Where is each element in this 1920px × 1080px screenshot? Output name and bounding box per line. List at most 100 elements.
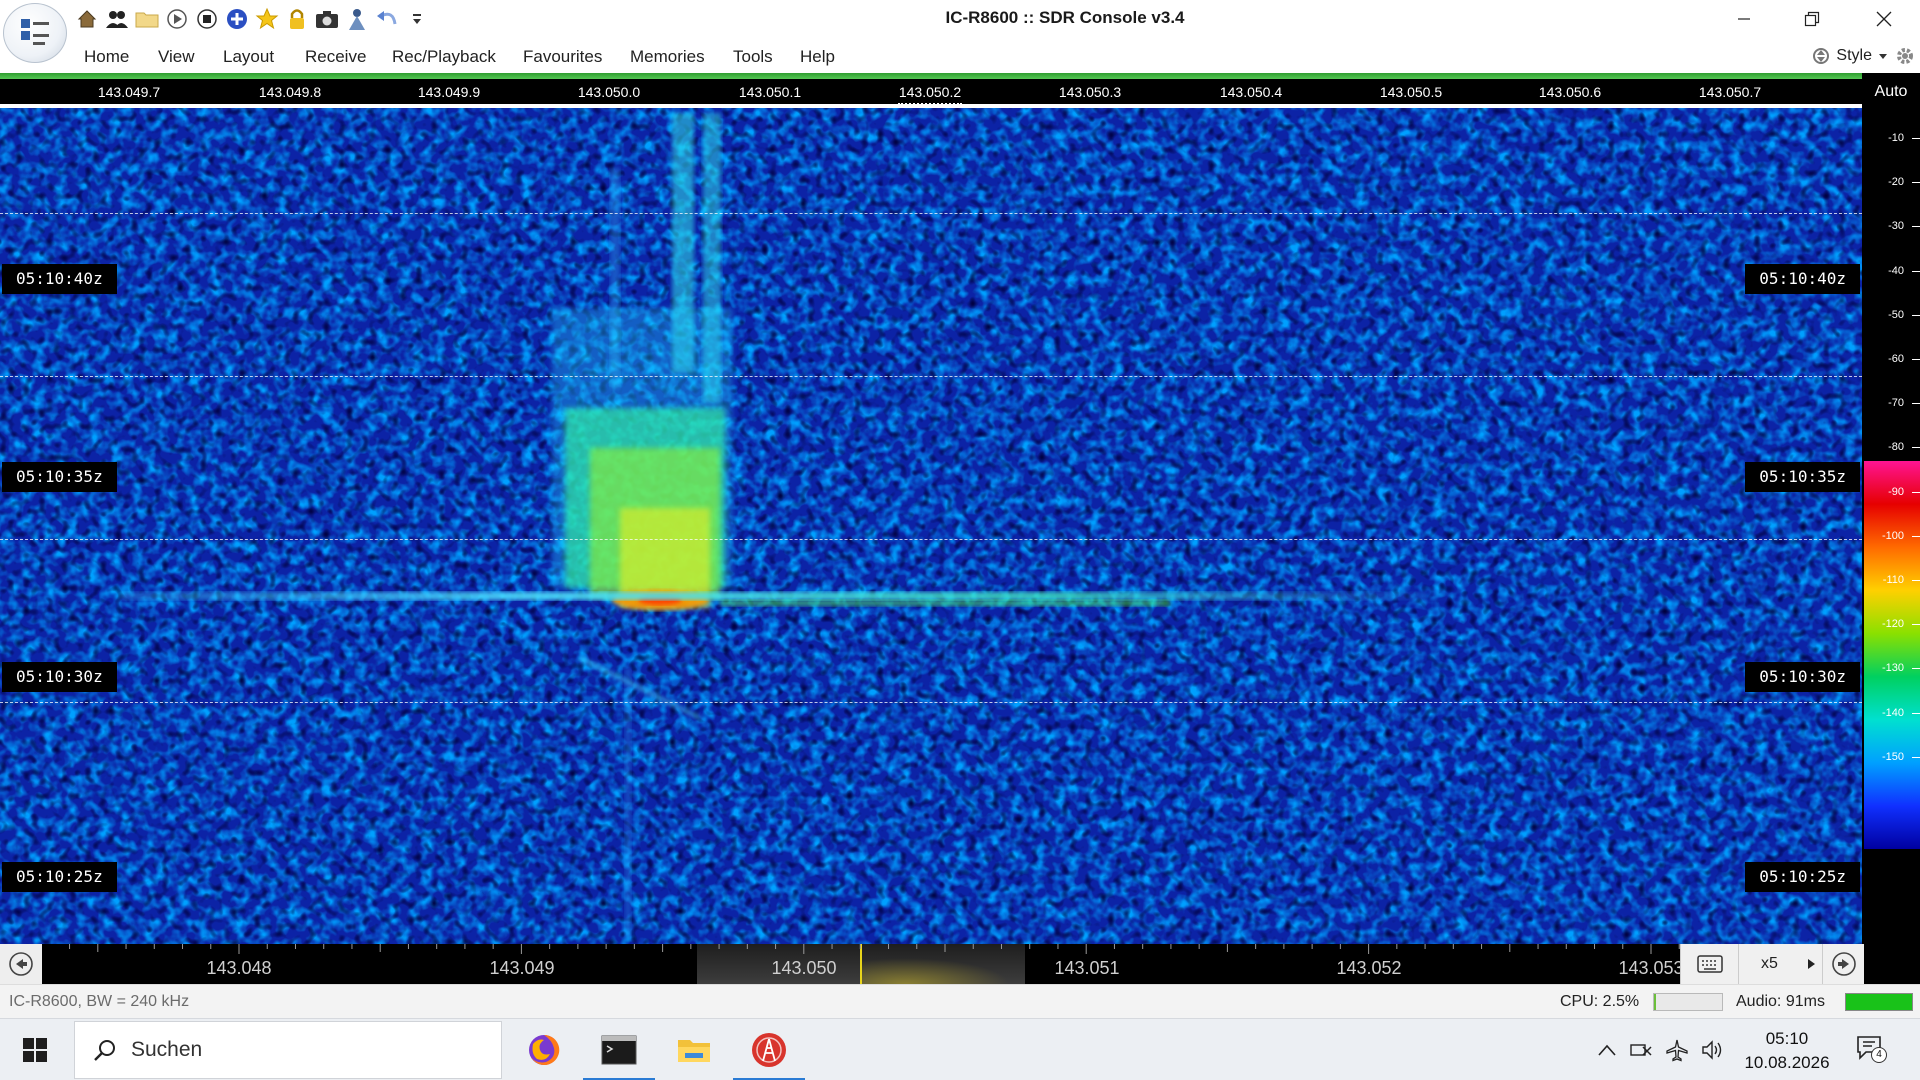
folder-icon[interactable] <box>134 6 160 32</box>
terminal-icon <box>601 1035 637 1065</box>
users-icon[interactable] <box>104 6 130 32</box>
scale-label: 143.053 <box>1618 958 1680 978</box>
db-tick <box>1912 580 1920 581</box>
db-label: -110 <box>1882 574 1904 586</box>
taskbar-sdr-console[interactable] <box>733 1019 805 1080</box>
ruler-label: 143.050.2 <box>898 84 962 100</box>
menu-view[interactable]: View <box>158 47 195 67</box>
taskbar-file-explorer[interactable] <box>658 1019 730 1080</box>
restore-icon <box>1804 11 1820 27</box>
start-button[interactable] <box>0 1019 70 1080</box>
menu-receive[interactable]: Receive <box>305 47 366 67</box>
scale-label: 143.048 <box>206 958 272 978</box>
time-label-left: 05:10:35z <box>2 462 117 492</box>
menu-home[interactable]: Home <box>84 47 129 67</box>
chevron-up-icon[interactable] <box>1594 1037 1620 1063</box>
scroll-right-icon <box>1831 952 1856 976</box>
keyboard-button[interactable] <box>1680 944 1738 984</box>
waterfall-display[interactable]: 05:10:40z 05:10:40z 05:10:35z 05:10:35z … <box>0 108 1862 945</box>
time-label-right: 05:10:35z <box>1745 462 1860 492</box>
frequency-ruler[interactable]: 143.049.7 143.049.8 143.049.9 143.050.0 … <box>0 79 1862 104</box>
db-tick <box>1912 359 1920 360</box>
cpu-usage-fill <box>1654 994 1656 1010</box>
style-icon <box>1813 48 1830 64</box>
db-label: -140 <box>1881 706 1904 719</box>
home-icon[interactable] <box>74 6 100 32</box>
audio-buffer-bar <box>1845 993 1913 1011</box>
search-icon <box>93 1038 117 1067</box>
scroll-right-button[interactable] <box>1822 944 1864 984</box>
menu-memories[interactable]: Memories <box>630 47 705 67</box>
lock-icon[interactable] <box>284 6 310 32</box>
db-tick <box>1912 491 1920 493</box>
db-label: -80 <box>1888 441 1904 454</box>
db-tick <box>1912 403 1920 405</box>
db-tick <box>1912 447 1920 449</box>
ruler-label: 143.050.6 <box>1538 84 1602 100</box>
keyboard-icon <box>1696 955 1723 973</box>
ruler-tuning-marker <box>898 102 962 105</box>
db-tick <box>1912 756 1920 758</box>
level-scale[interactable]: Auto -10 -20 -30 -40 -50 -60 -70 -80 -90 -100 -110… <box>1862 73 1920 945</box>
search-placeholder: Suchen <box>131 1038 203 1061</box>
minimize-button[interactable] <box>1716 0 1772 38</box>
style-selector[interactable]: Style <box>1812 43 1920 69</box>
menu-layout[interactable]: Layout <box>223 47 274 67</box>
auto-level-button[interactable]: Auto <box>1862 73 1920 111</box>
audio-latency-label: Audio: 91ms <box>1736 993 1825 1010</box>
plus-circle-icon[interactable] <box>224 6 250 32</box>
menu-favourites[interactable]: Favourites <box>523 47 602 67</box>
ruler-label: 143.050.1 <box>738 84 802 100</box>
waterfall-image <box>0 108 1862 945</box>
person-icon[interactable] <box>344 6 370 32</box>
menu-help[interactable]: Help <box>800 47 835 67</box>
scale-corner <box>1864 944 1920 984</box>
style-label: Style <box>1836 47 1872 64</box>
star-icon[interactable] <box>254 6 280 32</box>
restore-button[interactable] <box>1784 0 1840 38</box>
application-menu-button[interactable] <box>3 3 67 63</box>
menu-tools[interactable]: Tools <box>733 47 773 67</box>
db-label: -60 <box>1888 353 1904 365</box>
taskbar: Suchen 05:10 10.08.2026 4 <box>0 1018 1920 1080</box>
db-tick <box>1912 314 1920 316</box>
camera-icon[interactable] <box>314 6 340 32</box>
undo-icon[interactable] <box>374 6 400 32</box>
time-label-left: 05:10:30z <box>2 662 117 692</box>
ruler-label: 143.050.4 <box>1219 84 1283 100</box>
scroll-left-button[interactable] <box>0 944 42 984</box>
db-label: -20 <box>1888 176 1904 189</box>
notification-center-button[interactable]: 4 <box>1852 1033 1892 1069</box>
network-disconnected-icon[interactable] <box>1628 1037 1654 1063</box>
minimize-icon <box>1738 18 1750 20</box>
spectrum-scale[interactable]: 143.048 143.049 143.050 143.051 143.052 … <box>42 944 1680 984</box>
notification-count-badge: 4 <box>1871 1047 1887 1063</box>
db-tick <box>1912 270 1920 272</box>
time-label-right: 05:10:40z <box>1745 264 1860 294</box>
airplane-mode-icon[interactable] <box>1664 1037 1690 1063</box>
clock-date[interactable]: 10.08.2026 <box>1742 1053 1832 1073</box>
color-palette-bar <box>1864 461 1920 849</box>
db-label: -40 <box>1888 264 1904 277</box>
stop-icon[interactable] <box>194 6 220 32</box>
taskbar-search-box[interactable]: Suchen <box>74 1021 502 1079</box>
close-button[interactable] <box>1856 0 1912 38</box>
scale-ticks <box>69 944 1680 954</box>
taskbar-terminal[interactable] <box>583 1019 655 1080</box>
ruler-label: 143.050.0 <box>577 84 641 100</box>
customize-icon[interactable] <box>404 6 430 32</box>
menu-rec-playback[interactable]: Rec/Playback <box>392 47 496 67</box>
taskbar-firefox[interactable] <box>508 1019 580 1080</box>
db-label: -50 <box>1888 308 1904 321</box>
scroll-left-icon <box>9 952 33 976</box>
play-icon[interactable] <box>164 6 190 32</box>
zoom-selector[interactable]: x5 <box>1738 944 1822 984</box>
clock-time[interactable]: 05:10 <box>1742 1029 1832 1049</box>
speaker-icon[interactable] <box>1700 1037 1726 1063</box>
db-label: -120 <box>1881 618 1904 631</box>
time-label-right: 05:10:25z <box>1745 862 1860 892</box>
app-menu-icon <box>21 19 49 45</box>
spectrum-scale-bar: 143.048 143.049 143.050 143.051 143.052 … <box>0 944 1920 984</box>
gear-icon[interactable] <box>1894 45 1916 67</box>
time-label-left: 05:10:40z <box>2 264 117 294</box>
